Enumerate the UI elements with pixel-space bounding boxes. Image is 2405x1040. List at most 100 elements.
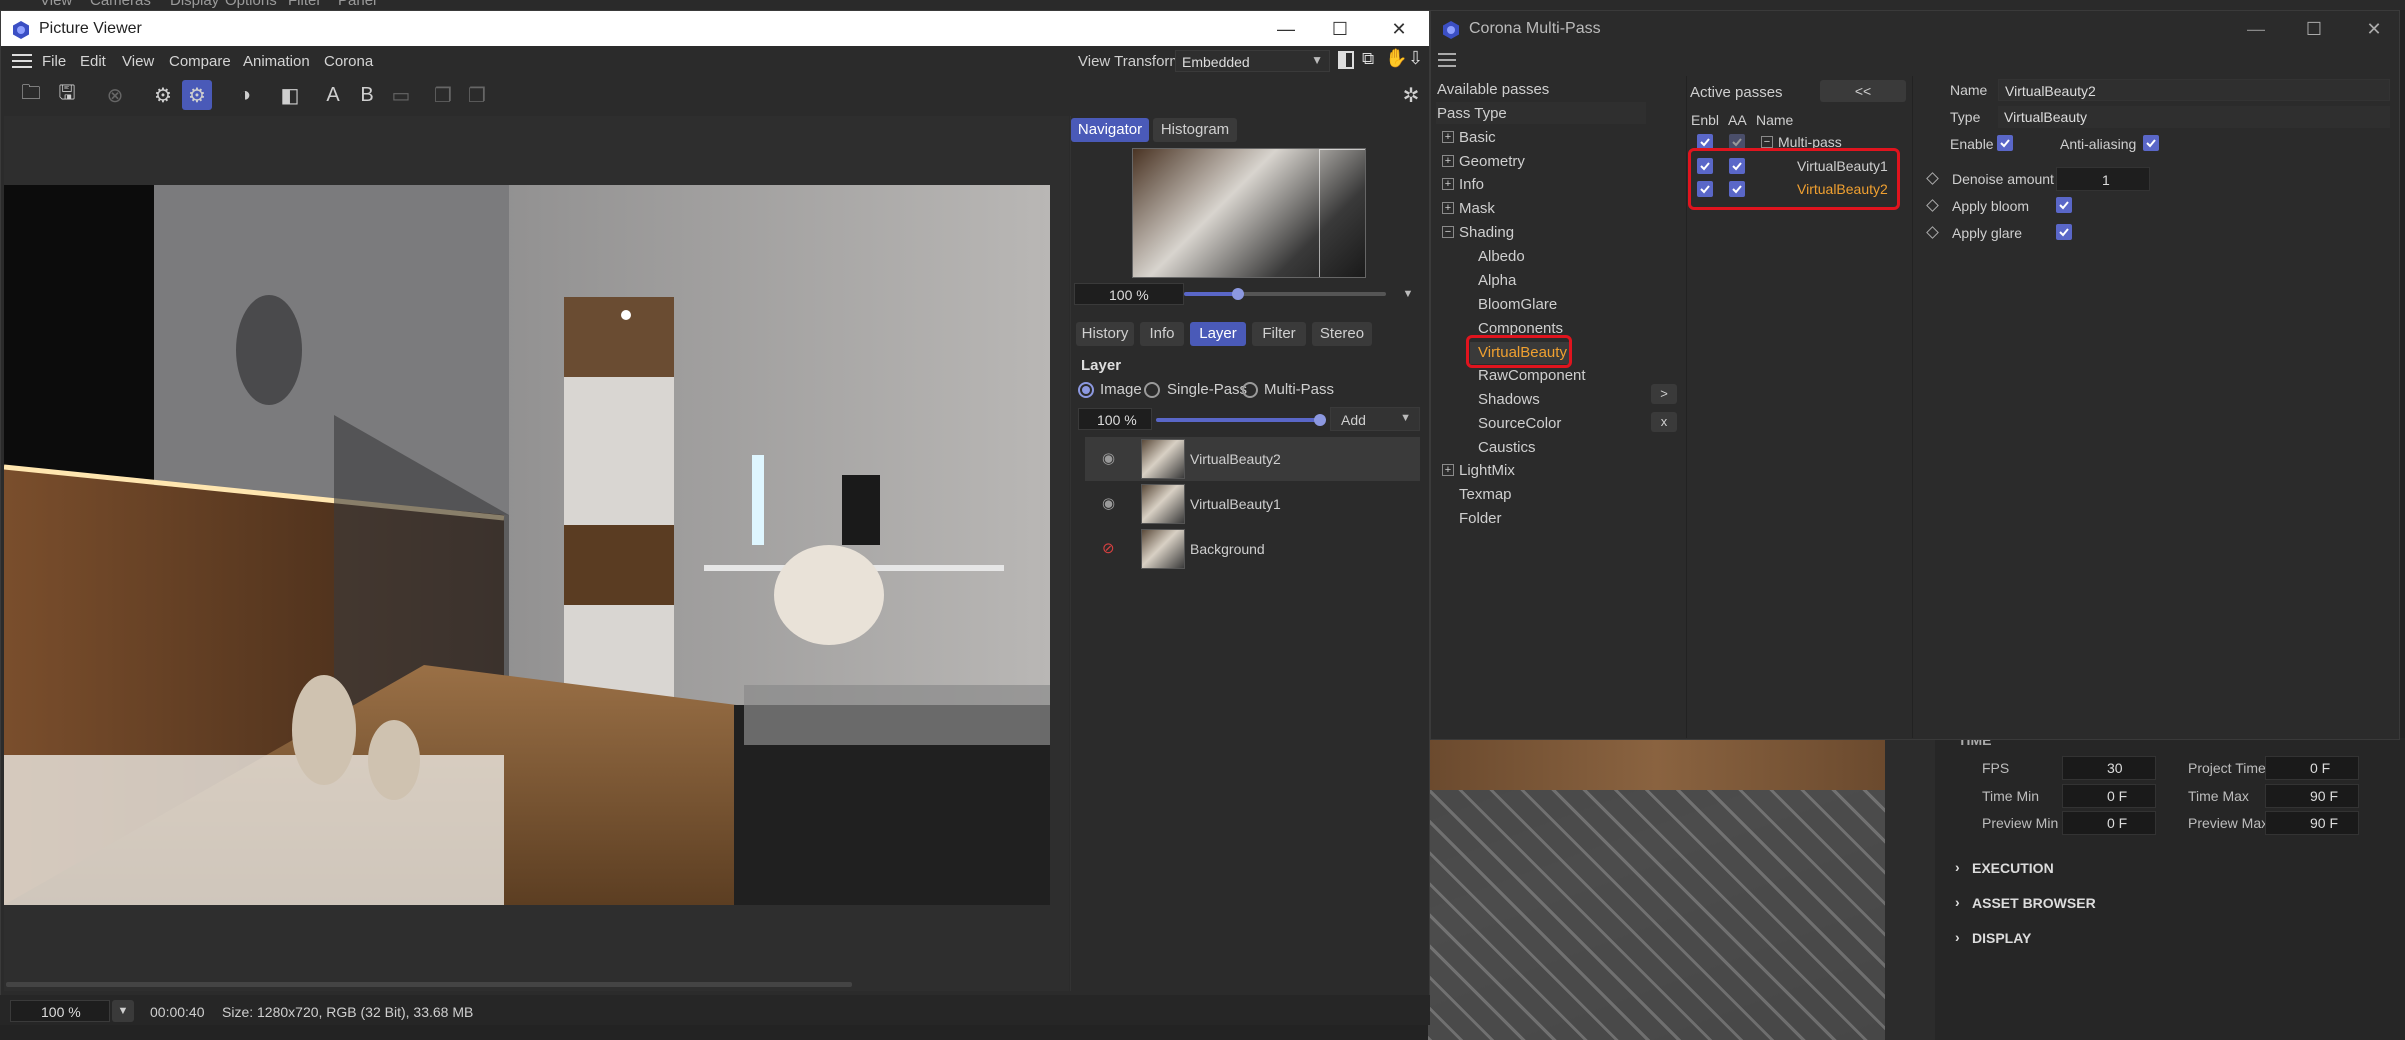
expand-plus-icon[interactable]: + bbox=[1442, 131, 1454, 143]
view-transform-dropdown[interactable]: Embedded ▼ bbox=[1175, 50, 1330, 72]
copy-icon[interactable]: ❐ bbox=[428, 80, 458, 110]
tab-layer[interactable]: Layer bbox=[1190, 322, 1246, 346]
pass-bloomglare[interactable]: BloomGlare bbox=[1478, 296, 1557, 313]
name-field[interactable]: VirtualBeauty2 bbox=[1998, 79, 2390, 101]
collapse-minus-icon[interactable]: − bbox=[1442, 226, 1454, 238]
minimize-button[interactable]: — bbox=[1273, 17, 1299, 41]
category-lightmix[interactable]: LightMix bbox=[1459, 462, 1515, 479]
time-min-field[interactable]: 0 F bbox=[2062, 784, 2156, 808]
expand-plus-icon[interactable]: + bbox=[1442, 178, 1454, 190]
minimize-button[interactable]: — bbox=[2243, 17, 2269, 41]
open-folder-icon[interactable]: 🗀 bbox=[16, 80, 46, 110]
background-viewport[interactable] bbox=[1428, 738, 1885, 1040]
collapse-minus-icon[interactable]: − bbox=[1761, 136, 1773, 148]
category-basic[interactable]: Basic bbox=[1459, 129, 1496, 146]
layer-opacity-knob[interactable] bbox=[1314, 414, 1326, 426]
multipass-menu-icon[interactable] bbox=[1438, 53, 1456, 67]
chevron-right-icon[interactable]: › bbox=[1955, 859, 1960, 875]
add-layer-dropdown[interactable]: Add ▼ bbox=[1330, 407, 1420, 431]
tab-info[interactable]: Info bbox=[1140, 322, 1184, 346]
pass-shadows[interactable]: Shadows bbox=[1478, 391, 1540, 408]
picture-viewer-titlebar[interactable]: Picture Viewer — ☐ ✕ bbox=[1, 11, 1429, 47]
add-pass-button[interactable]: > bbox=[1651, 384, 1677, 404]
horizontal-scrollbar[interactable] bbox=[6, 982, 852, 987]
menu-file[interactable]: File bbox=[42, 53, 66, 70]
contrast-icon[interactable]: ◑ bbox=[230, 80, 260, 110]
navigator-preview[interactable] bbox=[1132, 148, 1366, 278]
category-info[interactable]: Info bbox=[1459, 176, 1484, 193]
time-max-field[interactable]: 90 F bbox=[2265, 784, 2359, 808]
tab-navigator[interactable]: Navigator bbox=[1071, 118, 1149, 142]
layer-opacity-slider[interactable] bbox=[1156, 418, 1320, 422]
pass-alpha[interactable]: Alpha bbox=[1478, 272, 1516, 289]
region-render-icon[interactable]: ⚙ bbox=[182, 80, 212, 110]
ab-compare-icon[interactable]: ◧ bbox=[275, 80, 305, 110]
anti-aliasing-checkbox[interactable] bbox=[2143, 135, 2159, 151]
dock-icon[interactable]: ⇩ bbox=[1408, 48, 1423, 69]
corona-settings-icon[interactable]: ✲ bbox=[1396, 80, 1426, 110]
visibility-off-icon[interactable]: ⊘ bbox=[1102, 539, 1115, 557]
compare-split-icon[interactable] bbox=[1338, 51, 1354, 69]
tab-filter[interactable]: Filter bbox=[1252, 322, 1306, 346]
save-icon[interactable]: 🖫 bbox=[52, 80, 82, 110]
category-shading[interactable]: Shading bbox=[1459, 224, 1514, 241]
expand-plus-icon[interactable]: + bbox=[1442, 155, 1454, 167]
close-button[interactable]: ✕ bbox=[2361, 17, 2387, 41]
visibility-eye-icon[interactable]: ◉ bbox=[1102, 449, 1115, 467]
tab-history[interactable]: History bbox=[1076, 322, 1134, 346]
execution-section-header[interactable]: EXECUTION bbox=[1972, 860, 2054, 876]
navigator-zoom-slider-knob[interactable] bbox=[1232, 288, 1244, 300]
preview-max-field[interactable]: 90 F bbox=[2265, 811, 2359, 835]
bg-menu-item[interactable]: Options bbox=[225, 0, 277, 9]
zoom-dropdown-icon[interactable]: ▼ bbox=[112, 1000, 134, 1022]
menu-compare[interactable]: Compare bbox=[169, 53, 231, 70]
tab-stereo[interactable]: Stereo bbox=[1312, 322, 1372, 346]
mode-image-label[interactable]: Image bbox=[1100, 381, 1142, 398]
category-texmap[interactable]: Texmap bbox=[1459, 486, 1512, 503]
tab-histogram[interactable]: Histogram bbox=[1153, 118, 1237, 142]
menu-animation[interactable]: Animation bbox=[243, 53, 310, 70]
mode-multi-pass-label[interactable]: Multi-Pass bbox=[1264, 381, 1334, 398]
expand-plus-icon[interactable]: + bbox=[1442, 202, 1454, 214]
fps-field[interactable]: 30 bbox=[2062, 756, 2156, 780]
a-buffer-button[interactable]: A bbox=[318, 80, 348, 110]
close-button[interactable]: ✕ bbox=[1386, 17, 1412, 41]
chevron-right-icon[interactable]: › bbox=[1955, 894, 1960, 910]
bg-menu-item[interactable]: Filter bbox=[288, 0, 321, 9]
navigator-zoom-field[interactable]: 100 % bbox=[1074, 283, 1184, 305]
layer-opacity-field[interactable]: 100 % bbox=[1078, 408, 1152, 430]
bg-menu-item[interactable]: View bbox=[40, 0, 72, 9]
bg-menu-item[interactable]: Panel bbox=[338, 0, 376, 9]
maximize-button[interactable]: ☐ bbox=[2301, 17, 2327, 41]
multipass-titlebar[interactable]: Corona Multi-Pass — ☐ ✕ bbox=[1431, 11, 2399, 47]
mode-single-pass-label[interactable]: Single-Pass bbox=[1167, 381, 1247, 398]
pass-caustics[interactable]: Caustics bbox=[1478, 439, 1536, 456]
apply-bloom-checkbox[interactable] bbox=[2056, 197, 2072, 213]
project-time-field[interactable]: 0 F bbox=[2265, 756, 2359, 780]
menu-view[interactable]: View bbox=[122, 53, 154, 70]
collapse-panel-button[interactable]: << bbox=[1820, 80, 1906, 102]
enable-pass-checkbox[interactable] bbox=[1997, 135, 2013, 151]
preview-min-field[interactable]: 0 F bbox=[2062, 811, 2156, 835]
chevron-right-icon[interactable]: › bbox=[1955, 929, 1960, 945]
menu-corona[interactable]: Corona bbox=[324, 53, 373, 70]
settings-gear-icon[interactable]: ⚙ bbox=[148, 80, 178, 110]
category-mask[interactable]: Mask bbox=[1459, 200, 1495, 217]
mode-multi-pass-radio[interactable] bbox=[1242, 382, 1258, 398]
pass-rawcomponent[interactable]: RawComponent bbox=[1478, 367, 1586, 384]
expand-plus-icon[interactable]: + bbox=[1442, 464, 1454, 476]
paste-icon[interactable]: ❐ bbox=[462, 80, 492, 110]
layer-row[interactable]: ◉ VirtualBeauty2 bbox=[1085, 437, 1420, 481]
category-folder[interactable]: Folder bbox=[1459, 510, 1502, 527]
pass-albedo[interactable]: Albedo bbox=[1478, 248, 1525, 265]
bg-menu-item[interactable]: Cameras bbox=[90, 0, 151, 9]
status-zoom-field[interactable]: 100 % bbox=[10, 1000, 110, 1022]
navigator-zoom-slider-track[interactable] bbox=[1238, 292, 1386, 296]
layer-row[interactable]: ◉ VirtualBeauty1 bbox=[1085, 482, 1420, 526]
category-geometry[interactable]: Geometry bbox=[1459, 153, 1525, 170]
swap-icon[interactable]: ▭ bbox=[386, 80, 416, 110]
bg-menu-item[interactable]: Display bbox=[170, 0, 219, 9]
rendered-image[interactable] bbox=[4, 185, 1050, 905]
asset-browser-section-header[interactable]: ASSET BROWSER bbox=[1972, 895, 2096, 911]
display-section-header[interactable]: DISPLAY bbox=[1972, 930, 2031, 946]
